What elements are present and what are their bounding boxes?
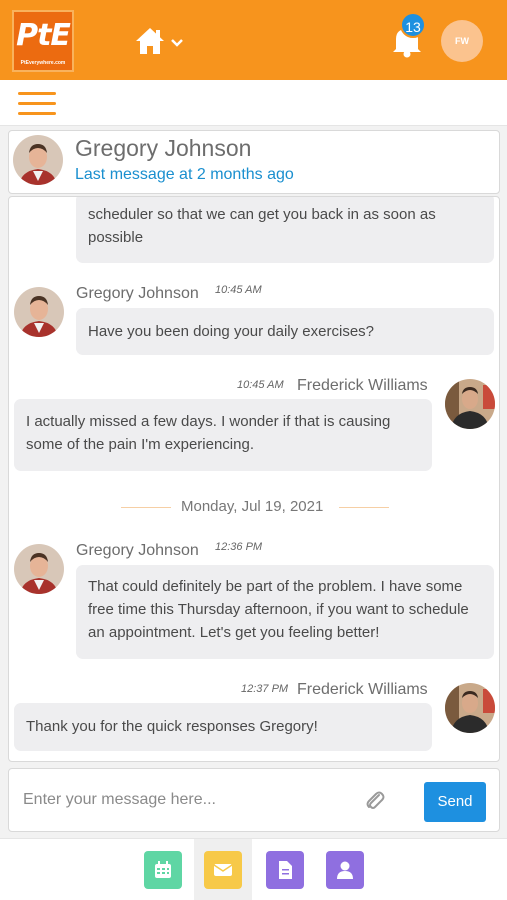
user-avatar[interactable]: FW — [441, 20, 483, 62]
pte-logo[interactable]: PtE PtEverywhere.com — [12, 10, 74, 72]
nav-messages-button[interactable] — [204, 851, 242, 889]
notification-badge: 13 — [400, 12, 426, 38]
message-text: scheduler so that we can get you back in… — [88, 206, 436, 246]
message-time: 12:36 PM — [215, 541, 263, 553]
message-time: 10:45 AM — [237, 379, 284, 391]
message-text: That could definitely be part of the pro… — [88, 578, 469, 641]
message-list[interactable]: scheduler so that we can get you back in… — [8, 196, 500, 762]
message-bubble: Thank you for the quick responses Gregor… — [14, 703, 432, 751]
date-divider: Monday, Jul 19, 2021 — [181, 498, 324, 515]
sender-name: Gregory Johnson — [76, 542, 199, 559]
hamburger-menu-icon[interactable] — [18, 90, 56, 116]
chat-header: Gregory Johnson Last message at 2 months… — [8, 130, 500, 194]
message-bubble: scheduler so that we can get you back in… — [76, 197, 494, 263]
logo-subtext: PtEverywhere.com — [20, 60, 66, 66]
home-menu-button[interactable] — [134, 26, 188, 56]
message-bubble: That could definitely be part of the pro… — [76, 565, 494, 659]
document-icon — [279, 861, 292, 879]
logo-text: PtE — [16, 18, 71, 53]
calendar-icon — [155, 861, 171, 878]
sender-avatar — [445, 379, 495, 429]
sender-avatar — [14, 287, 64, 337]
date-divider-line — [121, 507, 171, 508]
message-text: Thank you for the quick responses Gregor… — [26, 718, 318, 735]
sender-name: Frederick Williams — [297, 377, 428, 394]
message-composer: Send — [8, 768, 500, 832]
envelope-icon — [213, 864, 233, 876]
send-button[interactable]: Send — [424, 782, 486, 822]
nav-profile-button[interactable] — [326, 851, 364, 889]
user-icon — [337, 861, 353, 879]
contact-name: Gregory Johnson — [75, 135, 252, 161]
message-text: Have you been doing your daily exercises… — [88, 323, 375, 340]
top-bar: PtE PtEverywhere.com 13 FW — [0, 0, 507, 80]
bottom-nav — [0, 838, 507, 900]
sender-avatar — [14, 544, 64, 594]
sender-name: Gregory Johnson — [76, 285, 199, 302]
sender-name: Frederick Williams — [297, 681, 428, 698]
message-time: 12:37 PM — [241, 683, 289, 695]
date-divider-line — [339, 507, 389, 508]
paperclip-icon[interactable] — [363, 789, 387, 813]
message-input[interactable] — [15, 779, 355, 821]
sender-avatar — [445, 683, 495, 733]
chevron-down-icon — [171, 39, 183, 47]
message-text: I actually missed a few days. I wonder i… — [26, 413, 391, 453]
message-time: 10:45 AM — [215, 284, 262, 296]
menu-bar — [0, 80, 507, 126]
nav-documents-button[interactable] — [266, 851, 304, 889]
message-bubble: I actually missed a few days. I wonder i… — [14, 399, 432, 471]
contact-avatar — [13, 135, 63, 185]
nav-calendar-button[interactable] — [144, 851, 182, 889]
last-message-status: Last message at 2 months ago — [75, 166, 294, 183]
home-icon — [136, 28, 183, 54]
message-bubble: Have you been doing your daily exercises… — [76, 308, 494, 355]
